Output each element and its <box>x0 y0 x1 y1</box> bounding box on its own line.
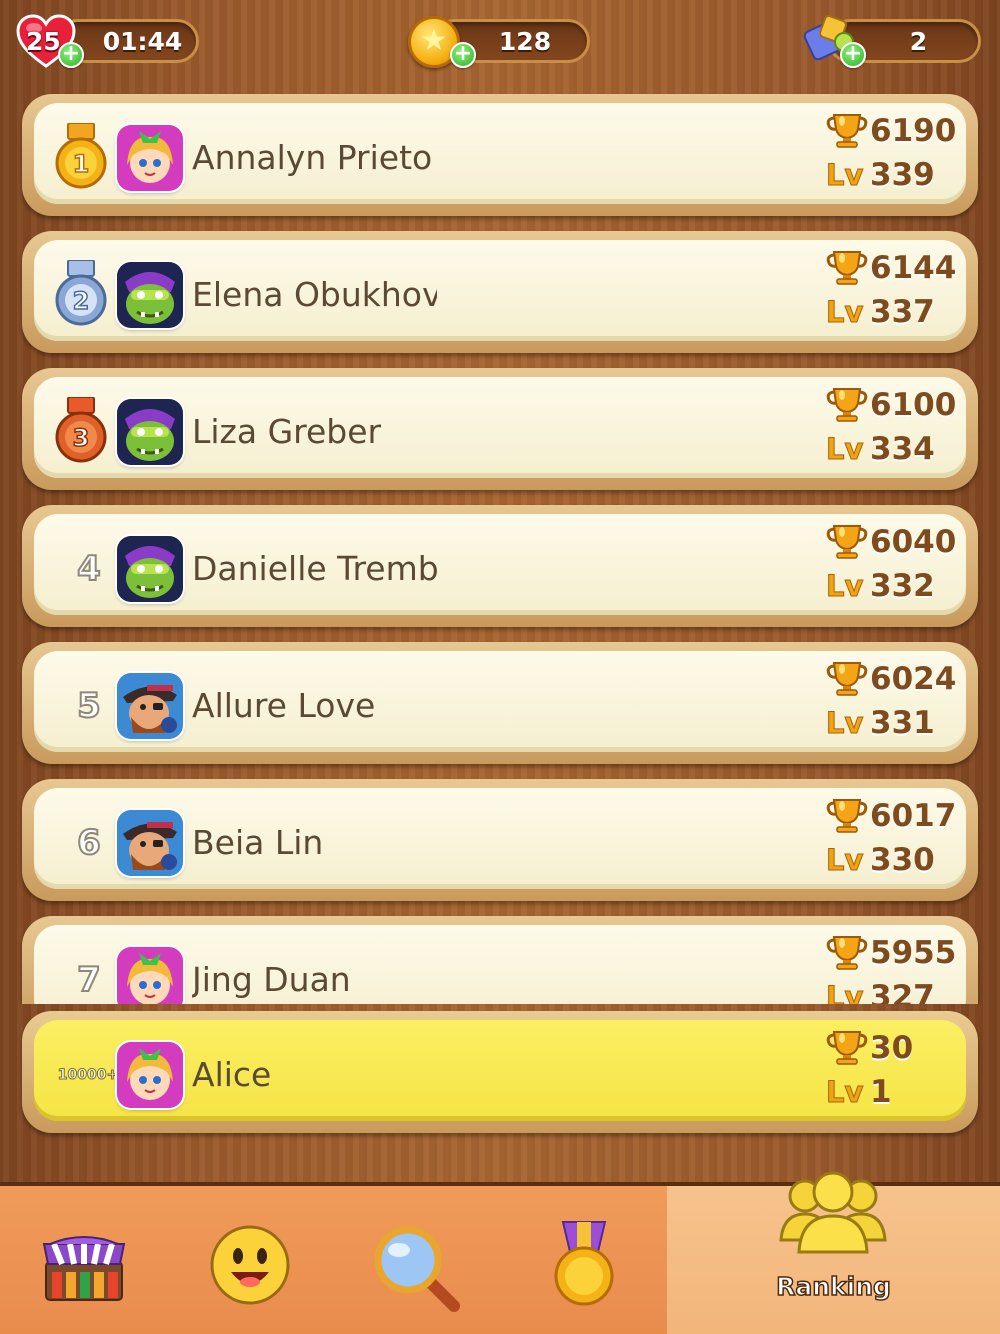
player-name: Elena Obukhov <box>192 275 437 314</box>
my-ranking-row[interactable]: 10000+ Alice 30 Lv 1 <box>22 1011 978 1133</box>
player-level: 337 <box>870 294 935 330</box>
leaderboard-row[interactable]: 1 Annalyn Prieto 6190 Lv 339 <box>22 94 978 216</box>
player-level: 339 <box>870 157 935 193</box>
trophy-icon <box>826 1031 868 1065</box>
nav-shop[interactable] <box>0 1186 167 1334</box>
shop-icon <box>42 1236 126 1301</box>
add-coins-plus-icon[interactable]: + <box>450 42 476 68</box>
leaderboard-list[interactable]: 1 Annalyn Prieto 6190 Lv 339 2 Elena Obukhov 61… <box>0 92 1000 1004</box>
svg-text:1: 1 <box>73 150 90 178</box>
row-card: 4 Danielle Tremb 6040 Lv 332 <box>34 514 966 615</box>
gold-medal-icon: 1 <box>55 123 107 189</box>
row-card: 7 Jing Duan 5955 Lv 327 <box>34 925 966 1004</box>
add-lives-plus-icon[interactable]: + <box>58 42 84 68</box>
coins-count: 128 <box>498 26 552 56</box>
player-level: 327 <box>870 979 935 1004</box>
silver-medal-icon: 2 <box>55 260 107 326</box>
trophy-icon <box>826 114 868 148</box>
player-avatar <box>117 673 183 739</box>
row-card: 3 Liza Greber 6100 Lv 334 <box>34 377 966 478</box>
trophy-icon <box>826 799 868 833</box>
nav-emoji[interactable] <box>167 1186 334 1334</box>
player-avatar <box>117 536 183 602</box>
nav-medals[interactable] <box>501 1186 668 1334</box>
my-level-label: Lv <box>825 1075 864 1110</box>
bronze-medal-icon: 3 <box>55 397 107 463</box>
svg-text:2: 2 <box>73 287 90 315</box>
leaderboard-row[interactable]: 5 Allure Love 6024 Lv 331 <box>22 642 978 764</box>
player-avatar <box>117 399 183 465</box>
rank-number: 7 <box>76 959 102 1001</box>
player-avatar <box>117 810 183 876</box>
bottom-navigation: Ranking <box>0 1171 1000 1334</box>
trophy-count: 6144 <box>870 250 957 286</box>
svg-text:3: 3 <box>73 424 90 452</box>
trophy-count: 6100 <box>870 387 957 423</box>
player-avatar <box>117 262 183 328</box>
rank-number: 5 <box>76 685 102 727</box>
player-name: Annalyn Prieto <box>192 138 433 177</box>
boosters-count: 2 <box>909 26 928 56</box>
player-level: 334 <box>870 431 935 467</box>
medal-icon <box>554 1221 614 1306</box>
rank-number: 6 <box>76 822 102 864</box>
player-name: Liza Greber <box>192 412 382 451</box>
leaderboard-row[interactable]: 7 Jing Duan 5955 Lv 327 <box>22 916 978 1004</box>
level-label: Lv <box>825 295 864 330</box>
player-avatar <box>117 947 183 1004</box>
add-boosters-plus-icon[interactable]: + <box>840 42 866 68</box>
level-label: Lv <box>825 569 864 604</box>
trophy-icon <box>826 388 868 422</box>
lives-timer: 01:44 <box>102 26 183 56</box>
player-level: 332 <box>870 568 935 604</box>
trophy-count: 6024 <box>870 661 957 697</box>
my-avatar <box>117 1042 183 1108</box>
trophy-icon <box>826 662 868 696</box>
trophy-icon <box>826 525 868 559</box>
smiley-icon <box>210 1225 290 1305</box>
player-name: Beia Lin <box>192 823 324 862</box>
leaderboard-row[interactable]: 3 Liza Greber 6100 Lv 334 <box>22 368 978 490</box>
player-name: Allure Love <box>192 686 376 725</box>
magnifier-icon <box>374 1226 460 1312</box>
nav-search[interactable] <box>334 1186 501 1334</box>
leaderboard-row[interactable]: 4 Danielle Tremb 6040 Lv 332 <box>22 505 978 627</box>
level-label: Lv <box>825 843 864 878</box>
player-level: 330 <box>870 842 935 878</box>
player-level: 331 <box>870 705 935 741</box>
level-label: Lv <box>825 980 864 1005</box>
top-status-bar: 01:44 25 + 128 ★ + 2 + <box>0 0 1000 90</box>
my-rank: 10000+ <box>57 1067 119 1084</box>
player-name: Danielle Tremb <box>192 549 437 588</box>
nav-ranking[interactable]: Ranking <box>667 1171 1000 1334</box>
row-card: 2 Elena Obukhov 6144 Lv 337 <box>34 240 966 341</box>
leaderboard-row[interactable]: 6 Beia Lin 6017 Lv 330 <box>22 779 978 901</box>
level-label: Lv <box>825 706 864 741</box>
row-card: 6 Beia Lin 6017 Lv 330 <box>34 788 966 889</box>
row-card: 5 Allure Love 6024 Lv 331 <box>34 651 966 752</box>
team-icon <box>779 1171 887 1254</box>
trophy-count: 5955 <box>870 935 957 971</box>
trophy-count: 6017 <box>870 798 957 834</box>
trophy-icon <box>826 251 868 285</box>
my-level: 1 <box>870 1074 892 1110</box>
my-trophies: 30 <box>870 1030 914 1066</box>
trophy-count: 6040 <box>870 524 957 560</box>
rank-number: 4 <box>76 548 102 590</box>
my-name: Alice <box>192 1055 272 1094</box>
row-card: 1 Annalyn Prieto 6190 Lv 339 <box>34 103 966 204</box>
player-avatar <box>117 125 183 191</box>
trophy-count: 6190 <box>870 113 957 149</box>
trophy-icon <box>826 936 868 970</box>
level-label: Lv <box>825 432 864 467</box>
my-row-card: 10000+ Alice 30 Lv 1 <box>34 1020 966 1121</box>
level-label: Lv <box>825 158 864 193</box>
nav-ranking-label: Ranking <box>775 1271 891 1302</box>
leaderboard-row[interactable]: 2 Elena Obukhov 6144 Lv 337 <box>22 231 978 353</box>
lives-count: 25 <box>26 27 61 56</box>
player-name: Jing Duan <box>192 960 351 999</box>
